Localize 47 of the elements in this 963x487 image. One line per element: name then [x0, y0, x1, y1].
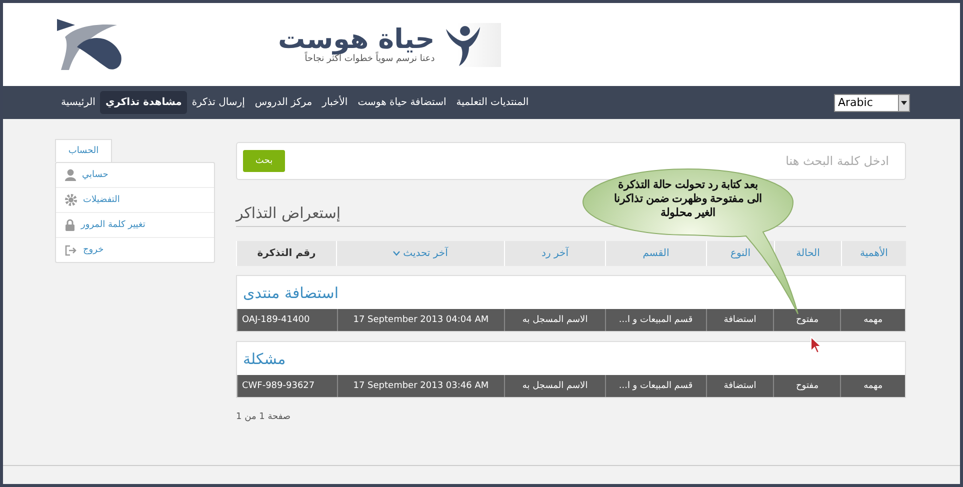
sidebar-link[interactable]: خروج	[83, 245, 104, 255]
search-field[interactable]: ادخل كلمة البحث هنا بحث	[236, 142, 906, 180]
column-header-link[interactable]: آخر رد	[504, 241, 605, 266]
table-cell: OAJ-189-41400	[236, 309, 337, 331]
table-cell: CWF-989-93627	[236, 375, 337, 397]
nav-link[interactable]: إرسال تذكرة	[186, 91, 250, 114]
sidebar-link[interactable]: التفضيلات	[83, 195, 120, 205]
settings-icon	[65, 194, 77, 206]
column-header-link[interactable]: آخر تحديث	[336, 241, 504, 266]
ticket-title-link[interactable]: استضافة منتدى	[243, 284, 339, 302]
nav-link[interactable]: مشاهدة تذاكري	[100, 91, 187, 114]
table-cell: ...قسم المبيعات و ا	[604, 309, 706, 331]
dropdown-arrow-icon	[901, 100, 907, 104]
column-header-link[interactable]: القسم	[605, 241, 706, 266]
section-heading: إستعراض التذاكر	[236, 204, 341, 222]
logo-mark-drawing	[55, 17, 123, 72]
table-cell: مهمه	[840, 375, 905, 397]
table-cell: ...قسم المبيعات و ا	[604, 375, 706, 397]
nav-link[interactable]: المنتديات التعلمية	[451, 91, 534, 114]
nav-link[interactable]: استضافة حياة هوست	[352, 91, 452, 114]
column-header-link[interactable]: الأهمية	[841, 241, 906, 266]
table-cell: استضافة	[706, 309, 774, 331]
table-cell: 17 September 2013 03:46 AM	[336, 375, 504, 397]
sidebar-link[interactable]: تغيير كلمة المرور	[81, 220, 146, 230]
ticket-title-link[interactable]: مشكلة	[243, 350, 286, 368]
sort-caret-icon	[393, 251, 400, 256]
table-cell: مفتوح	[773, 375, 840, 397]
nav-link[interactable]: مركز الدروس	[250, 91, 318, 114]
column-header-link[interactable]: الحالة	[774, 241, 841, 266]
callout-text: بعد كتابة رد تحولت حالة التذكرة الى مفتوحة وظهرت ضمن تذاكرنا الغير محلولة	[612, 179, 764, 220]
column-header: رقم التذكرة	[236, 241, 336, 266]
sidebar-link[interactable]: حسابي	[82, 170, 108, 180]
search-button[interactable]: بحث	[243, 150, 285, 172]
language-select[interactable]: Arabic	[834, 94, 910, 112]
logout-icon	[65, 244, 77, 256]
user-icon	[65, 169, 76, 181]
lock-icon	[65, 219, 75, 231]
table-cell: استضافة	[706, 375, 774, 397]
table-cell: الاسم المسجل به	[504, 309, 605, 331]
table-cell: مهمه	[840, 309, 905, 331]
brand-tagline: دعنا نرسم سوياً خطوات اكثر نجاحاً	[304, 54, 435, 64]
nav-link[interactable]: الأخبار	[317, 91, 353, 114]
table-cell: الاسم المسجل به	[504, 375, 605, 397]
sidebar-tab[interactable]: الحساب	[55, 139, 112, 162]
nav-link[interactable]: الرئيسية	[56, 91, 100, 114]
table-cell: 17 September 2013 04:04 AM	[336, 309, 504, 331]
pagination-text: صفحة 1 من 1	[236, 412, 291, 422]
